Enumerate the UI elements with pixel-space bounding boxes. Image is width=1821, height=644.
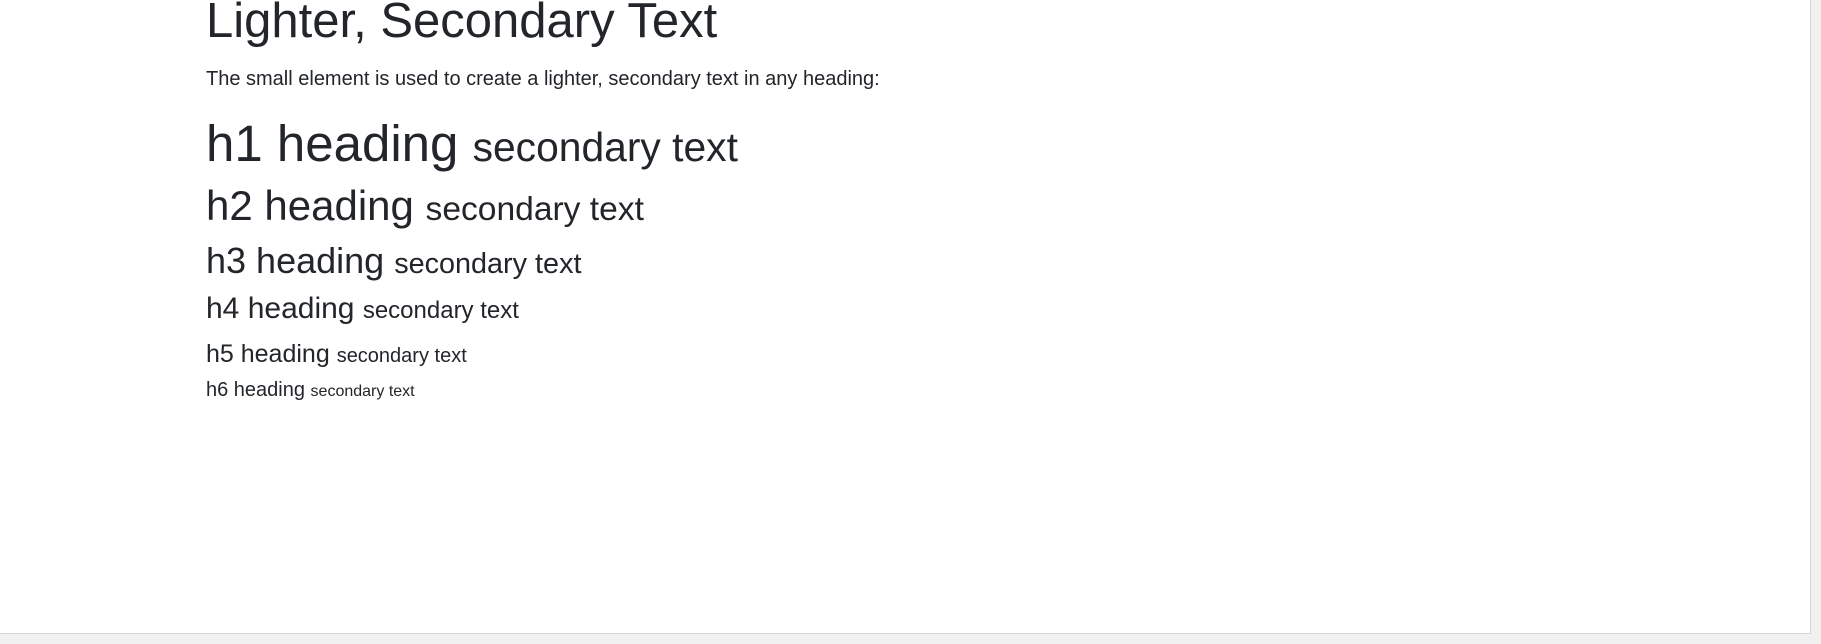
heading-secondary-text: secondary text [472, 124, 738, 170]
heading-main-text: h1 heading [206, 115, 459, 172]
section-description: The small element is used to create a li… [206, 68, 880, 90]
page-viewport: Lighter, Secondary Text The small elemen… [0, 0, 1811, 634]
h4-heading-example: h4 heading secondary text [206, 291, 519, 327]
h3-heading-example: h3 heading secondary text [206, 239, 581, 282]
h6-heading-example: h6 heading secondary text [206, 378, 415, 402]
heading-secondary-text: secondary text [394, 248, 582, 280]
h2-heading-example: h2 heading secondary text [206, 181, 644, 231]
heading-secondary-text: secondary text [310, 383, 415, 400]
heading-main-text: h2 heading [206, 182, 414, 229]
h5-heading-example: h5 heading secondary text [206, 339, 467, 369]
heading-main-text: h4 heading [206, 292, 355, 325]
heading-secondary-text: secondary text [425, 191, 644, 228]
section-title: Lighter, Secondary Text [206, 0, 718, 48]
heading-main-text: h3 heading [206, 240, 385, 281]
heading-secondary-text: secondary text [336, 345, 467, 367]
heading-main-text: h5 heading [206, 340, 330, 368]
heading-secondary-text: secondary text [362, 297, 519, 324]
heading-main-text: h6 heading [206, 379, 305, 401]
h1-heading-example: h1 heading secondary text [206, 113, 738, 174]
